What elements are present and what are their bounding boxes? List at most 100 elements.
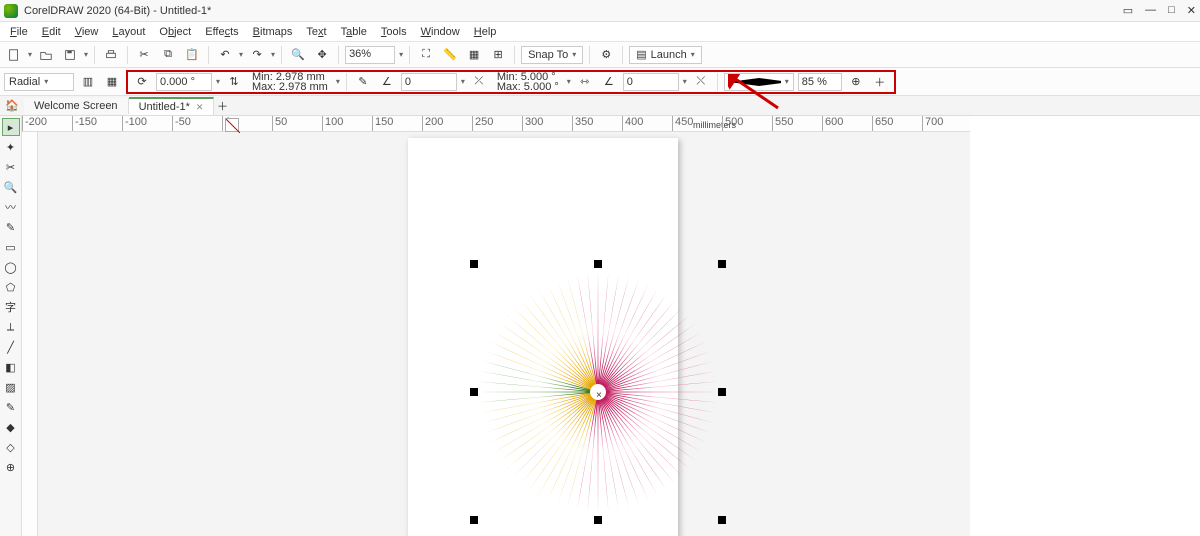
close-button[interactable]: ✕ [1187,4,1196,17]
random-icon[interactable]: ⤫ [469,72,489,92]
random2-icon[interactable]: ⤬ [691,72,711,92]
polygon-tool[interactable]: ⬠ [2,278,20,296]
new-tab-button[interactable]: ＋ [214,98,230,114]
preset-option2-button[interactable]: ▦ [102,72,122,92]
dropshadow-tool[interactable]: ◧ [2,358,20,376]
document-tab-bar: 🏠 Welcome Screen Untitled-1*✕ ＋ [0,96,1200,116]
new-doc-button[interactable] [4,45,24,65]
new-dropdown-icon[interactable]: ▾ [28,50,32,59]
menu-file[interactable]: File [4,24,34,40]
undo-dropdown-icon[interactable]: ▾ [239,50,243,59]
guides-button[interactable]: ⊞ [488,45,508,65]
standard-toolbar: ▾ ▾ ✂ ⧉ 📋 ↶ ▾ ↷ ▾ 🔍 ✥ 36% ▾ ⛶ 📏 ▦ ⊞ Snap… [0,42,1200,68]
menu-effects[interactable]: Effects [199,24,244,40]
pan-button[interactable]: ✥ [312,45,332,65]
close-tab-icon[interactable]: ✕ [196,102,204,112]
eyedropper-tool[interactable]: ✎ [2,398,20,416]
rulers-button[interactable]: 📏 [440,45,460,65]
menu-window[interactable]: Window [415,24,466,40]
home-tab-icon[interactable]: 🏠 [0,99,24,112]
menu-view[interactable]: View [69,24,105,40]
menu-help[interactable]: Help [468,24,503,40]
rotation-icon: ⟳ [132,72,152,92]
window-title: CorelDRAW 2020 (64-Bit) - Untitled-1* [24,5,1123,17]
open-button[interactable] [36,45,56,65]
menu-table[interactable]: Table [335,24,373,40]
menu-text[interactable]: Text [300,24,332,40]
menu-object[interactable]: Object [153,24,197,40]
zoom-tool[interactable]: 🔍 [2,178,20,196]
highlighted-property-region: ⟳ 0.000 ° ▾ ⇅ Min: 2.978 mm Max: 2.978 m… [126,70,896,94]
selection-handle[interactable] [470,516,478,524]
save-dropdown-icon[interactable]: ▾ [84,50,88,59]
pick-tool[interactable]: ▸ [2,118,20,136]
rectangle-tool[interactable]: ▭ [2,238,20,256]
selection-handle[interactable] [718,516,726,524]
toolbox: ▸ ✦ ✂ 🔍 〰 ✎ ▭ ◯ ⬠ 字 ⟂ ╱ ◧ ▨ ✎ ◆ ◇ ⊕ [0,116,22,536]
ribbon-toggle-icon[interactable]: ▭ [1123,4,1133,17]
menu-layout[interactable]: Layout [106,24,151,40]
angle-icon: ∠ [377,72,397,92]
no-color-swatch[interactable] [225,118,239,132]
search-button[interactable]: 🔍 [288,45,308,65]
launch-dropdown[interactable]: ▤ Launch ▾ [629,46,702,64]
menu-edit[interactable]: Edit [36,24,67,40]
freehand-tool[interactable]: 〰 [2,198,20,216]
paste-button[interactable]: 📋 [182,45,202,65]
transparency-tool[interactable]: ▨ [2,378,20,396]
minimize-button[interactable]: — [1145,4,1156,17]
shape-tool[interactable]: ✦ [2,138,20,156]
options-button[interactable]: ⚙ [596,45,616,65]
selection-handle[interactable] [470,388,478,396]
title-bar: CorelDRAW 2020 (64-Bit) - Untitled-1* ▭ … [0,0,1200,22]
connector-tool[interactable]: ╱ [2,338,20,356]
tilt-input[interactable]: 0 [623,73,679,91]
zoom-level-input[interactable]: 36% [345,46,395,64]
text-tool[interactable]: 字 [2,298,20,316]
fill-tool[interactable]: ◆ [2,418,20,436]
angle2-icon: ∠ [599,72,619,92]
preset-option1-button[interactable]: ▥ [78,72,98,92]
selection-handle[interactable] [470,260,478,268]
grid-button[interactable]: ▦ [464,45,484,65]
opacity-input[interactable]: 85 % [798,73,842,91]
selection-handle[interactable] [718,388,726,396]
spacing-input[interactable]: 0 [401,73,457,91]
apply-button[interactable]: ⊕ [846,72,866,92]
redo-button[interactable]: ↷ [247,45,267,65]
outline-tool[interactable]: ◇ [2,438,20,456]
add-preset-button[interactable]: ＋ [870,72,890,92]
undo-button[interactable]: ↶ [215,45,235,65]
selection-handle[interactable] [594,260,602,268]
zoom-dropdown-icon[interactable]: ▾ [399,50,403,59]
save-button[interactable] [60,45,80,65]
selection-handle[interactable] [594,516,602,524]
redo-dropdown-icon[interactable]: ▾ [271,50,275,59]
lock-ratio-icon[interactable]: ⇅ [224,72,244,92]
menu-tools[interactable]: Tools [375,24,413,40]
size-minmax: Min: 2.978 mm Max: 2.978 mm [248,72,332,92]
ellipse-tool[interactable]: ◯ [2,258,20,276]
spray-preset-dropdown[interactable]: Radial▾ [4,73,74,91]
fullscreen-button[interactable]: ⛶ [416,45,436,65]
selection-handle[interactable] [718,260,726,268]
menu-bitmaps[interactable]: Bitmaps [247,24,299,40]
parallel-dim-tool[interactable]: ⟂ [2,318,20,336]
menu-bar: File Edit View Layout Object Effects Bit… [0,22,1200,42]
artistic-media-tool[interactable]: ✎ [2,218,20,236]
print-button[interactable] [101,45,121,65]
cut-button[interactable]: ✂ [134,45,154,65]
snap-to-dropdown[interactable]: Snap To▾ [521,46,583,64]
rotation-angle-input[interactable]: 0.000 ° [156,73,212,91]
selection-center-icon[interactable]: × [596,390,602,401]
crop-tool[interactable]: ✂ [2,158,20,176]
tab-untitled[interactable]: Untitled-1*✕ [129,97,215,115]
more-tools-button[interactable]: ⊕ [2,458,20,476]
tab-welcome[interactable]: Welcome Screen [24,98,129,114]
copy-button[interactable]: ⧉ [158,45,178,65]
spread-icon[interactable]: ⇿ [575,72,595,92]
drawing-canvas[interactable]: × [38,132,970,536]
property-bar: Radial▾ ▥ ▦ ⟳ 0.000 ° ▾ ⇅ Min: 2.978 mm … [0,68,1200,96]
maximize-button[interactable]: □ [1168,4,1175,17]
stroke-style-dropdown[interactable]: ▾ [724,73,794,91]
